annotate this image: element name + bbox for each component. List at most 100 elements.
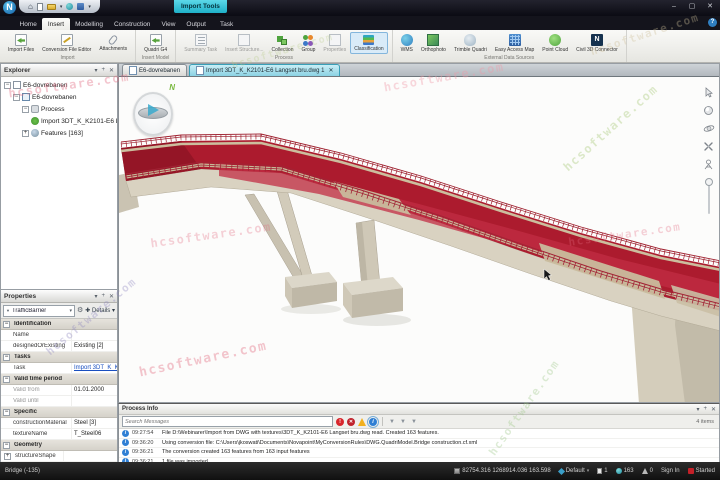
- expander-icon[interactable]: [4, 452, 11, 460]
- tab-model-view[interactable]: E6-dovrebanen: [122, 64, 188, 76]
- explorer-menu-icon[interactable]: [94, 67, 97, 74]
- properties-close-icon[interactable]: [109, 293, 114, 300]
- status-state[interactable]: Started: [687, 468, 715, 474]
- home-icon[interactable]: [28, 3, 33, 11]
- point-cloud-button[interactable]: Point Cloud: [538, 32, 572, 55]
- open-dropdown-icon[interactable]: [60, 3, 63, 11]
- save-icon[interactable]: [77, 3, 85, 10]
- section-identification[interactable]: Identification: [1, 319, 117, 330]
- property-row[interactable]: Valid until: [1, 396, 117, 407]
- insert-structure-button[interactable]: Insert Structure...: [221, 32, 267, 55]
- walkthrough-icon[interactable]: [703, 159, 714, 171]
- property-row[interactable]: Name: [1, 330, 117, 341]
- navigation-compass[interactable]: N: [129, 83, 177, 137]
- explorer-pin-icon[interactable]: [101, 67, 105, 73]
- feature-type-selector[interactable]: TrafficBarrier: [3, 304, 75, 317]
- minimize-button[interactable]: [666, 1, 682, 12]
- expander-icon[interactable]: [4, 81, 11, 89]
- collection-button[interactable]: Collection: [268, 32, 298, 55]
- app-menu-button[interactable]: N: [3, 1, 16, 14]
- filter-info-icon[interactable]: i: [367, 415, 379, 428]
- filter-funnel-icon[interactable]: [388, 418, 396, 426]
- section-specific[interactable]: Specific: [1, 407, 117, 418]
- tree-item-model[interactable]: E6-dovrebanen: [1, 91, 117, 103]
- pan-sphere-icon[interactable]: [703, 105, 714, 116]
- attachments-button[interactable]: Attachments: [95, 32, 131, 54]
- help-icon[interactable]: [708, 18, 717, 27]
- zoom-slider-knob[interactable]: [704, 178, 713, 186]
- filter-clear-icon[interactable]: [410, 418, 418, 426]
- maximize-button[interactable]: [684, 1, 700, 12]
- status-warning-count[interactable]: 0: [641, 468, 653, 474]
- compass-arrow-icon[interactable]: [148, 104, 159, 116]
- process-pin-icon[interactable]: [703, 406, 707, 412]
- tree-item-import-task[interactable]: Import 3DT_K_K2101-E6 Langset br...: [1, 115, 117, 127]
- tab-home[interactable]: Home: [14, 18, 42, 30]
- new-document-icon[interactable]: [36, 2, 43, 11]
- tab-modelling[interactable]: Modelling: [70, 18, 109, 30]
- import-files-button[interactable]: Import Files: [4, 32, 38, 55]
- message-row[interactable]: 09:36:20 Using conversion file: C:\Users…: [119, 439, 719, 448]
- expander-icon[interactable]: [22, 105, 29, 113]
- section-valid-time[interactable]: Valid time period: [1, 374, 117, 385]
- property-row[interactable]: textureName T_Steel06: [1, 429, 117, 440]
- expander-icon[interactable]: [3, 375, 10, 383]
- properties-menu-icon[interactable]: [94, 293, 97, 300]
- status-task-count[interactable]: 1: [597, 468, 608, 474]
- property-row[interactable]: structureShape: [1, 451, 117, 462]
- message-row[interactable]: 09:36:21 The conversion created 163 feat…: [119, 448, 719, 458]
- select-cursor-icon[interactable]: [703, 87, 714, 98]
- expander-icon[interactable]: [13, 93, 20, 101]
- close-tab-icon[interactable]: [328, 67, 333, 74]
- zoom-extents-icon[interactable]: [703, 141, 714, 152]
- search-input[interactable]: [122, 416, 333, 427]
- sign-in-button[interactable]: Sign In: [661, 468, 680, 474]
- zoom-slider[interactable]: [704, 178, 713, 214]
- open-folder-icon[interactable]: [46, 3, 56, 10]
- status-feature-count[interactable]: 163: [615, 468, 634, 474]
- conversion-file-editor-button[interactable]: Conversion File Editor: [38, 32, 95, 55]
- summary-task-button[interactable]: Summary Task: [180, 32, 221, 55]
- task-link[interactable]: Import 3DT_K_K2101-E6 L...: [74, 365, 117, 371]
- explorer-close-icon[interactable]: [109, 67, 114, 74]
- property-row-task[interactable]: Task Import 3DT_K_K2101-E6 L...: [1, 363, 117, 374]
- gear-icon[interactable]: [77, 306, 83, 316]
- tree-item-features[interactable]: Features [163]: [1, 127, 117, 139]
- tab-output[interactable]: Output: [181, 18, 212, 30]
- tree-item-project[interactable]: E6-dovrebanen: [1, 79, 117, 91]
- property-row[interactable]: designedOrExisting Existing [2]: [1, 341, 117, 352]
- property-row[interactable]: constructionMaterial Steel [3]: [1, 418, 117, 429]
- civil-3d-connector-button[interactable]: Civil 3D Connector: [572, 32, 622, 55]
- filter-warning-icon[interactable]: [358, 417, 366, 426]
- filter-error-icon[interactable]: [347, 417, 355, 426]
- properties-button[interactable]: Properties: [319, 32, 350, 55]
- details-button[interactable]: ✚ Details ▾: [85, 307, 115, 314]
- quadri-g4-button[interactable]: Quadri G4: [140, 32, 171, 55]
- filter-sort-icon[interactable]: [399, 418, 407, 426]
- tab-insert[interactable]: Insert: [42, 18, 70, 30]
- tab-import-view[interactable]: Import 3DT_K_K2101-E6 Langset bru.dwg 1: [189, 64, 341, 76]
- section-geometry[interactable]: Geometry: [1, 440, 117, 451]
- status-preset-selector[interactable]: Default: [557, 467, 590, 475]
- tree-item-process[interactable]: Process: [1, 103, 117, 115]
- property-row[interactable]: Valid from 01.01.2000: [1, 385, 117, 396]
- properties-pin-icon[interactable]: [101, 293, 105, 299]
- trimble-quadri-button[interactable]: Trimble Quadri: [450, 32, 491, 55]
- filter-critical-icon[interactable]: !: [336, 417, 344, 426]
- expander-icon[interactable]: [22, 129, 29, 137]
- orthophoto-button[interactable]: Orthophoto: [417, 32, 450, 55]
- orbit-icon[interactable]: [703, 123, 715, 134]
- message-row[interactable]: 09:27:54 File D:\Webinarer\Import from D…: [119, 429, 719, 439]
- wms-button[interactable]: WMS: [397, 32, 417, 55]
- easy-access-map-button[interactable]: Easy Access Map: [491, 32, 538, 55]
- group-button[interactable]: Group: [298, 32, 320, 55]
- section-tasks[interactable]: Tasks: [1, 352, 117, 363]
- expander-icon[interactable]: [3, 353, 10, 361]
- tab-task[interactable]: Task: [214, 18, 238, 30]
- 3d-canvas[interactable]: N: [119, 77, 719, 402]
- tab-construction[interactable]: Construction: [108, 18, 156, 30]
- process-close-icon[interactable]: [711, 406, 716, 413]
- process-menu-icon[interactable]: [696, 406, 699, 413]
- qat-more-button[interactable]: [88, 3, 91, 11]
- expander-icon[interactable]: [3, 408, 10, 416]
